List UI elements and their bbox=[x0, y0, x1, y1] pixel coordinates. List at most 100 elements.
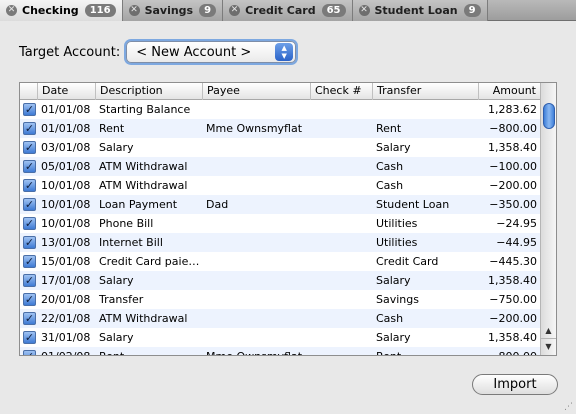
close-icon[interactable]: ✕ bbox=[128, 5, 140, 16]
header-transfer[interactable]: Transfer bbox=[373, 83, 479, 100]
cell-description: Rent bbox=[99, 122, 125, 135]
cell-date: 01/02/08 bbox=[38, 347, 96, 355]
cell-description: Loan Payment bbox=[99, 198, 178, 211]
count-badge: 9 bbox=[199, 4, 217, 17]
table-row[interactable]: ✓ 03/01/08 Salary Salary 1,358.40 bbox=[20, 138, 541, 157]
cell-payee bbox=[203, 214, 311, 233]
row-checkbox[interactable]: ✓ bbox=[23, 236, 36, 249]
scroll-up-icon[interactable]: ▲ bbox=[541, 323, 556, 338]
cell-transfer: Cash bbox=[376, 160, 404, 173]
row-checkbox[interactable]: ✓ bbox=[23, 312, 36, 325]
target-account-value: < New Account > bbox=[136, 44, 252, 60]
cell-amount: 1,358.40 bbox=[488, 141, 537, 154]
cell-date: 15/01/08 bbox=[41, 255, 91, 268]
cell-transfer: Cash bbox=[376, 312, 404, 325]
cell-description: Starting Balance bbox=[99, 103, 191, 116]
cell-check-number bbox=[311, 195, 373, 214]
cell-checkbox: ✓ bbox=[20, 119, 38, 138]
close-icon[interactable]: ✕ bbox=[6, 5, 17, 16]
cell-transfer: Rent bbox=[373, 347, 479, 355]
close-icon[interactable]: ✕ bbox=[358, 5, 370, 16]
cell-amount: 1,283.62 bbox=[488, 103, 537, 116]
row-checkbox[interactable]: ✓ bbox=[23, 350, 36, 355]
cell-date: 01/01/08 bbox=[41, 122, 91, 135]
row-checkbox[interactable]: ✓ bbox=[23, 122, 36, 135]
header-description[interactable]: Description bbox=[96, 83, 203, 100]
cell-amount: 1,358.40 bbox=[488, 274, 537, 287]
cell-checkbox: ✓ bbox=[20, 347, 38, 355]
cell-date: 10/01/08 bbox=[41, 198, 91, 211]
table-row[interactable]: ✓ 01/01/08 Rent Mme Ownsmyflat Rent −800.00 bbox=[20, 119, 541, 138]
row-checkbox[interactable]: ✓ bbox=[23, 217, 36, 230]
header-payee[interactable]: Payee bbox=[203, 83, 311, 100]
tab-savings[interactable]: ✕ Savings 9 bbox=[122, 0, 224, 21]
tab-bar: ✕ Checking 116 ✕ Savings 9 ✕ Credit Card… bbox=[0, 0, 576, 21]
scroll-down-icon[interactable]: ▼ bbox=[541, 338, 556, 353]
table-row[interactable]: ✓01/02/08RentMme OwnsmyflatRent−800.00 bbox=[20, 347, 541, 355]
table-row[interactable]: ✓ 01/01/08 Starting Balance 1,283.62 bbox=[20, 100, 541, 119]
vertical-scrollbar[interactable]: ▲ ▼ bbox=[540, 83, 556, 355]
cell-amount: −44.95 bbox=[496, 236, 537, 249]
row-checkbox[interactable]: ✓ bbox=[23, 160, 36, 173]
table-header: Date Description Payee Check # Transfer … bbox=[20, 83, 541, 100]
header-date[interactable]: Date bbox=[38, 83, 96, 100]
row-checkbox[interactable]: ✓ bbox=[23, 198, 36, 211]
row-checkbox[interactable]: ✓ bbox=[23, 179, 36, 192]
cell-description: Salary bbox=[99, 331, 134, 344]
table-row[interactable]: ✓ 22/01/08 ATM Withdrawal Cash −200.00 bbox=[20, 309, 541, 328]
table-row[interactable]: ✓ 15/01/08 Credit Card paie… Credit Card −44… bbox=[20, 252, 541, 271]
cell-amount: −445.30 bbox=[489, 255, 537, 268]
row-checkbox[interactable]: ✓ bbox=[23, 274, 36, 287]
cell-description: ATM Withdrawal bbox=[99, 312, 188, 325]
row-checkbox[interactable]: ✓ bbox=[23, 331, 36, 344]
table-row[interactable]: ✓ 10/01/08 ATM Withdrawal Cash −200.00 bbox=[20, 176, 541, 195]
header-checkbox-column[interactable] bbox=[20, 83, 38, 100]
row-checkbox[interactable]: ✓ bbox=[23, 255, 36, 268]
cell-amount: −200.00 bbox=[489, 312, 537, 325]
cell-payee: Dad bbox=[206, 198, 229, 211]
cell-date: 31/01/08 bbox=[41, 331, 91, 344]
close-icon[interactable]: ✕ bbox=[229, 5, 241, 16]
cell-check-number bbox=[311, 157, 373, 176]
header-amount[interactable]: Amount bbox=[479, 83, 541, 100]
cell-payee bbox=[203, 328, 311, 347]
cell-description: Rent bbox=[96, 347, 203, 355]
table-row[interactable]: ✓ 10/01/08 Loan Payment Dad Student Loan −350… bbox=[20, 195, 541, 214]
cell-date: 22/01/08 bbox=[41, 312, 91, 325]
row-checkbox[interactable]: ✓ bbox=[23, 103, 36, 116]
cell-payee bbox=[203, 157, 311, 176]
table-row[interactable]: ✓ 13/01/08 Internet Bill Utilities −44.95 bbox=[20, 233, 541, 252]
tab-student-loan[interactable]: ✕ Student Loan 9 bbox=[352, 0, 488, 21]
cell-checkbox: ✓ bbox=[20, 138, 38, 157]
cell-description: Transfer bbox=[99, 293, 144, 306]
cell-amount: −350.00 bbox=[489, 198, 537, 211]
cell-amount: −750.00 bbox=[489, 293, 537, 306]
cell-date: 20/01/08 bbox=[41, 293, 91, 306]
cell-check-number bbox=[311, 252, 373, 271]
table-row[interactable]: ✓ 10/01/08 Phone Bill Utilities −24.95 bbox=[20, 214, 541, 233]
resize-grip-icon[interactable]: ⋰ bbox=[564, 402, 574, 412]
target-account-popup[interactable]: < New Account > ▲ ▼ bbox=[126, 41, 297, 63]
cell-check-number bbox=[311, 290, 373, 309]
row-checkbox[interactable]: ✓ bbox=[23, 141, 36, 154]
scroll-thumb[interactable] bbox=[543, 103, 555, 129]
row-checkbox[interactable]: ✓ bbox=[23, 293, 36, 306]
import-button[interactable]: Import bbox=[472, 374, 558, 395]
tab-credit-card[interactable]: ✕ Credit Card 65 bbox=[223, 0, 353, 21]
cell-transfer: Cash bbox=[376, 179, 404, 192]
table-row[interactable]: ✓ 05/01/08 ATM Withdrawal Cash −100.00 bbox=[20, 157, 541, 176]
header-check-number[interactable]: Check # bbox=[311, 83, 373, 100]
cell-date: 03/01/08 bbox=[41, 141, 91, 154]
cell-checkbox: ✓ bbox=[20, 328, 38, 347]
cell-payee bbox=[203, 233, 311, 252]
cell-checkbox: ✓ bbox=[20, 233, 38, 252]
cell-check-number bbox=[311, 328, 373, 347]
cell-checkbox: ✓ bbox=[20, 195, 38, 214]
table-row[interactable]: ✓ 20/01/08 Transfer Savings −750.00 bbox=[20, 290, 541, 309]
cell-checkbox: ✓ bbox=[20, 252, 38, 271]
cell-payee: Mme Ownsmyflat bbox=[203, 347, 311, 355]
tab-checking[interactable]: ✕ Checking 116 bbox=[0, 0, 123, 21]
table-row[interactable]: ✓ 31/01/08 Salary Salary 1,358.40 bbox=[20, 328, 541, 347]
table-row[interactable]: ✓ 17/01/08 Salary Salary 1,358.40 bbox=[20, 271, 541, 290]
cell-checkbox: ✓ bbox=[20, 214, 38, 233]
